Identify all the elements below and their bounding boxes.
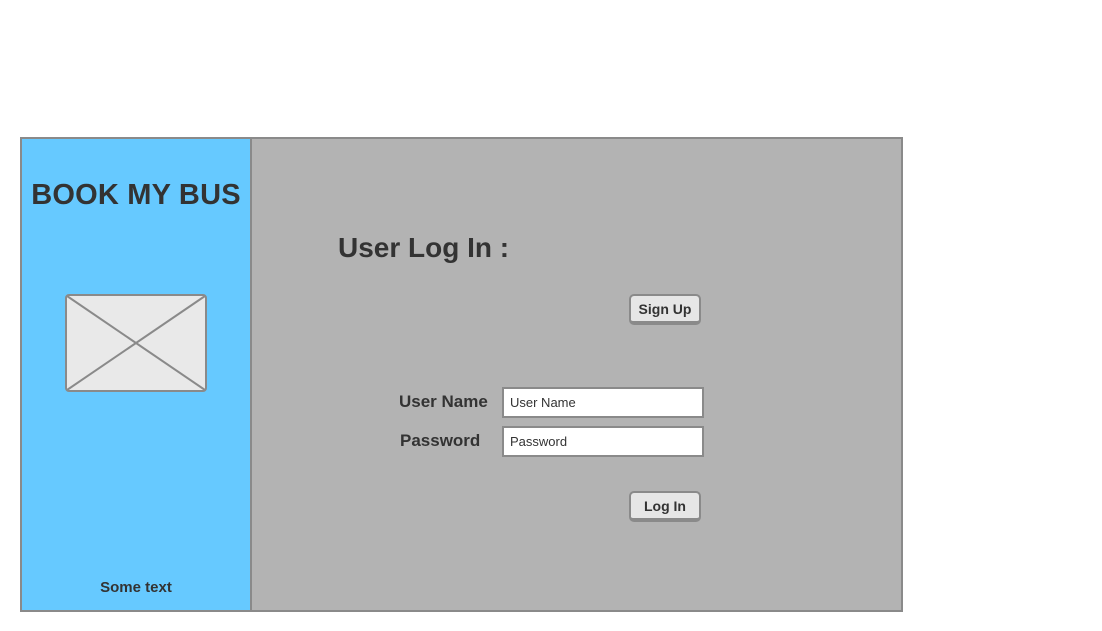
log-in-button[interactable]: Log In — [629, 491, 701, 522]
login-panel: User Log In : Sign Up User Name Password… — [252, 139, 901, 610]
app-window: BOOK MY BUS Some text User Log In : Sign… — [20, 137, 903, 612]
sidebar-footer-text: Some text — [100, 579, 172, 596]
username-label: User Name — [399, 392, 488, 411]
password-input[interactable] — [502, 426, 704, 457]
sidebar: BOOK MY BUS Some text — [22, 139, 252, 610]
app-title: BOOK MY BUS — [31, 179, 241, 211]
username-input[interactable] — [502, 387, 704, 418]
page-title: User Log In : — [338, 232, 510, 263]
sign-up-button[interactable]: Sign Up — [629, 294, 701, 325]
image-placeholder-icon — [65, 294, 207, 392]
password-label: Password — [400, 431, 481, 450]
